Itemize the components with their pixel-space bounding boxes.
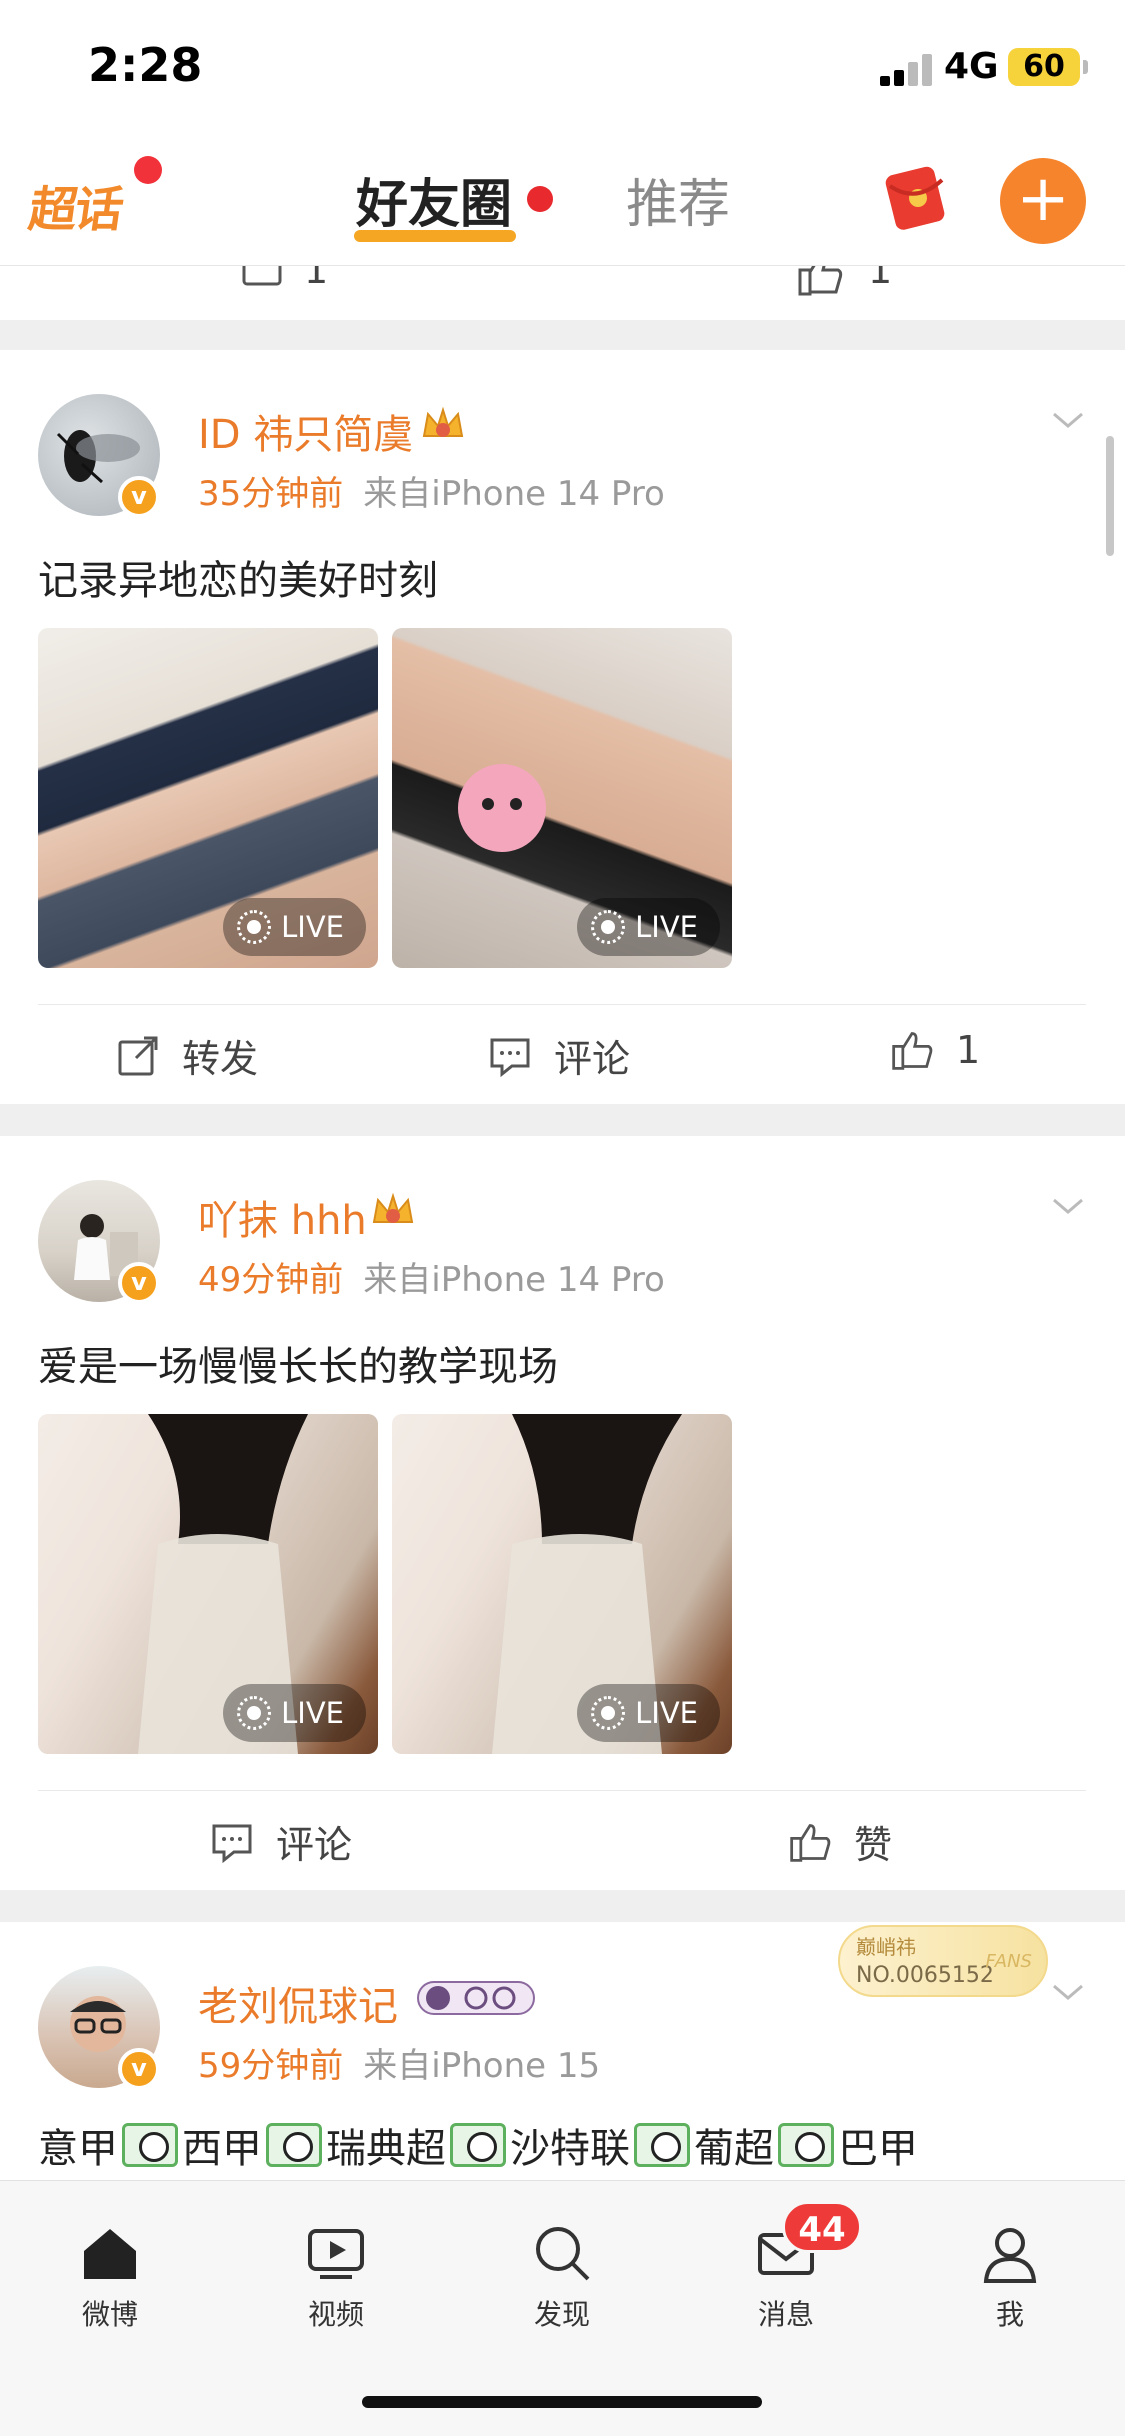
fan-badge-title: 巅峭祎 — [856, 1935, 916, 1959]
tab-video[interactable]: 视频 — [276, 2221, 396, 2333]
post-image[interactable]: LIVE — [392, 1414, 732, 1754]
post-source: 来自iPhone 15 — [363, 2046, 601, 2086]
crown-icon — [372, 1192, 414, 1223]
signal-icon — [880, 54, 932, 86]
post-source: 来自iPhone 14 Pro — [363, 1260, 665, 1300]
live-icon — [591, 910, 626, 944]
repost-icon — [118, 1036, 158, 1075]
like-icon — [790, 1823, 831, 1862]
live-icon — [237, 1696, 272, 1730]
divider — [38, 1790, 1086, 1791]
post-text: 爱是一场慢慢长长的教学现场 — [38, 1344, 558, 1390]
post-meta: 49分钟前 来自iPhone 14 Pro — [198, 1252, 665, 1301]
user-icon — [983, 2228, 1037, 2283]
verified-badge: v — [118, 476, 160, 518]
post-image[interactable]: LIVE — [38, 1414, 378, 1754]
previous-post-actions: 1 1 — [0, 266, 1125, 320]
fan-badge-word: FANS — [985, 1951, 1032, 1972]
tab-active-indicator — [354, 230, 516, 242]
superfan-badge-icon — [417, 1981, 535, 2015]
chaohua-button[interactable]: 超话 — [25, 170, 127, 240]
status-time: 2:28 — [88, 38, 203, 92]
post-meta: 35分钟前 来自iPhone 14 Pro — [198, 466, 665, 515]
like-button[interactable]: 1 — [890, 1028, 980, 1072]
live-badge: LIVE — [577, 898, 720, 956]
scrollbar[interactable] — [1106, 436, 1114, 556]
notification-dot — [134, 156, 162, 184]
home-icon — [84, 2229, 136, 2279]
soccer-goal-emoji — [778, 2123, 834, 2167]
tab-home[interactable]: 微博 — [50, 2221, 170, 2333]
post-text: 记录异地恋的美好时刻 — [38, 558, 438, 604]
message-count-badge: 44 — [782, 2201, 862, 2253]
tab-recommend[interactable]: 推荐 — [626, 162, 730, 237]
soccer-goal-emoji — [450, 2123, 506, 2167]
chevron-down-icon[interactable] — [1050, 402, 1086, 438]
fan-badge[interactable]: 巅峭祎 NO.0065152 FANS — [838, 1925, 1048, 1997]
tab-unread-dot — [527, 186, 553, 212]
post-card: v 吖抹 hhh 49分钟前 来自iPhone 14 Pro 爱是一场慢慢长长的教… — [0, 1136, 1125, 1890]
comment-button[interactable]: 评论 — [210, 1814, 352, 1869]
search-icon — [536, 2227, 590, 2281]
username[interactable]: 老刘侃球记 — [198, 1974, 398, 2032]
post-card: v ID 祎只简虞 35分钟前 来自iPhone 14 Pro 记录异地恋的美好时… — [0, 350, 1125, 1104]
comment-icon — [490, 1038, 530, 1077]
chevron-down-icon[interactable] — [1050, 1974, 1086, 2010]
tab-friends[interactable]: 好友圈 — [356, 162, 512, 237]
divider — [38, 1004, 1086, 1005]
post-time: 35分钟前 — [198, 474, 344, 514]
username[interactable]: 吖抹 hhh — [198, 1188, 367, 1246]
soccer-goal-emoji — [122, 2123, 178, 2167]
battery-icon: 60 — [1008, 48, 1088, 86]
comment-count: 1 — [304, 266, 329, 292]
like-button[interactable]: 赞 — [788, 1814, 892, 1869]
verified-badge: v — [118, 2048, 160, 2090]
like-count: 1 — [868, 266, 893, 292]
video-icon — [308, 2229, 364, 2279]
tab-discover[interactable]: 发现 — [502, 2221, 622, 2333]
post-meta: 59分钟前 来自iPhone 15 — [198, 2038, 600, 2087]
live-badge: LIVE — [223, 1684, 366, 1742]
live-badge: LIVE — [223, 898, 366, 956]
post-image[interactable]: LIVE — [392, 628, 732, 968]
like-icon — [892, 1032, 933, 1070]
username[interactable]: ID 祎只简虞 — [198, 402, 413, 460]
comment-icon[interactable] — [240, 266, 284, 296]
live-icon — [591, 1696, 626, 1730]
home-indicator — [362, 2396, 762, 2408]
live-badge: LIVE — [577, 1684, 720, 1742]
post-time: 59分钟前 — [198, 2046, 344, 2086]
compose-button[interactable]: + — [1000, 158, 1086, 244]
chevron-down-icon[interactable] — [1050, 1188, 1086, 1224]
top-nav: 超话 好友圈 推荐 + — [0, 140, 1125, 266]
post-text: 意甲 西甲 瑞典超 沙特联 葡超 巴甲 — [38, 2116, 918, 2174]
repost-button[interactable]: 转发 — [116, 1028, 258, 1083]
soccer-goal-emoji — [634, 2123, 690, 2167]
post-image[interactable]: LIVE — [38, 628, 378, 968]
fan-badge-number: NO.0065152 — [856, 1963, 994, 1988]
red-packet-icon[interactable] — [882, 164, 950, 230]
crown-icon — [422, 406, 464, 437]
network-label: 4G — [944, 46, 999, 87]
comment-icon — [212, 1824, 252, 1863]
live-icon — [237, 910, 272, 944]
like-icon[interactable] — [796, 266, 844, 296]
post-source: 来自iPhone 14 Pro — [363, 474, 665, 514]
status-bar: 2:28 4G 60 — [0, 0, 1125, 140]
comment-button[interactable]: 评论 — [488, 1028, 630, 1083]
tab-me[interactable]: 我 — [950, 2221, 1070, 2333]
verified-badge: v — [118, 1262, 160, 1304]
post-time: 49分钟前 — [198, 1260, 344, 1300]
soccer-goal-emoji — [266, 2123, 322, 2167]
